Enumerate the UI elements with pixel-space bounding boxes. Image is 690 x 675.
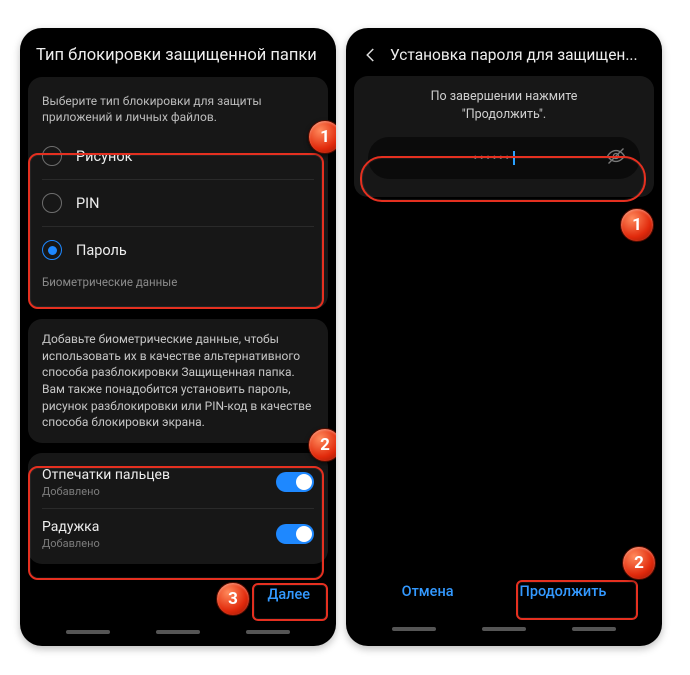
footer-buttons: Далее [20,570,336,621]
bio-iris[interactable]: Радужка Добавлено [28,509,328,560]
android-nav [346,618,662,640]
option-password[interactable]: Пароль [28,227,328,273]
back-icon[interactable] [362,46,380,64]
toggle-on-icon[interactable] [276,472,314,492]
bio-sublabel: Добавлено [42,485,170,498]
radio-unchecked-icon [42,193,62,213]
bio-sublabel: Добавлено [42,537,100,550]
option-label: Пароль [76,242,127,259]
biometrics-card: Отпечатки пальцев Добавлено Радужка Доба… [28,453,328,564]
left-screenshot: Тип блокировки защищенной папки Выберите… [20,28,336,646]
radio-checked-icon [42,240,62,260]
bio-fingerprint[interactable]: Отпечатки пальцев Добавлено [28,457,328,508]
option-label: Рисунок [76,148,132,165]
lock-type-desc: Выберите тип блокировки для защиты прило… [28,87,328,133]
password-value: •••••• [382,151,606,166]
hint-line1: По завершении нажмите [431,89,578,104]
option-pattern[interactable]: Рисунок [28,133,328,179]
radio-unchecked-icon [42,146,62,166]
option-pin[interactable]: PIN [28,180,328,226]
page-title: Установка пароля для защищен... [346,28,662,72]
right-screenshot: Установка пароля для защищен... По завер… [346,28,662,646]
eye-off-icon[interactable] [606,146,626,170]
next-button[interactable]: Далее [251,576,326,613]
cancel-button[interactable]: Отмена [386,573,470,610]
bio-label: Отпечатки пальцев [42,467,170,483]
page-title: Тип блокировки защищенной папки [20,28,336,73]
biometrics-subheader: Биометрические данные [28,273,328,293]
lock-type-card: Выберите тип блокировки для защиты прило… [28,77,328,309]
bio-label: Радужка [42,519,100,535]
biometrics-desc: Добавьте биометрические данные, чтобы ис… [28,319,328,442]
footer-buttons: Отмена Продолжить [346,567,662,618]
option-label: PIN [76,195,99,212]
password-input[interactable]: •••••• [368,137,640,179]
password-card: По завершении нажмите "Продолжить". ••••… [354,76,654,197]
toggle-on-icon[interactable] [276,524,314,544]
continue-button[interactable]: Продолжить [504,573,623,610]
hint-line2: "Продолжить". [462,107,547,122]
android-nav [20,621,336,643]
